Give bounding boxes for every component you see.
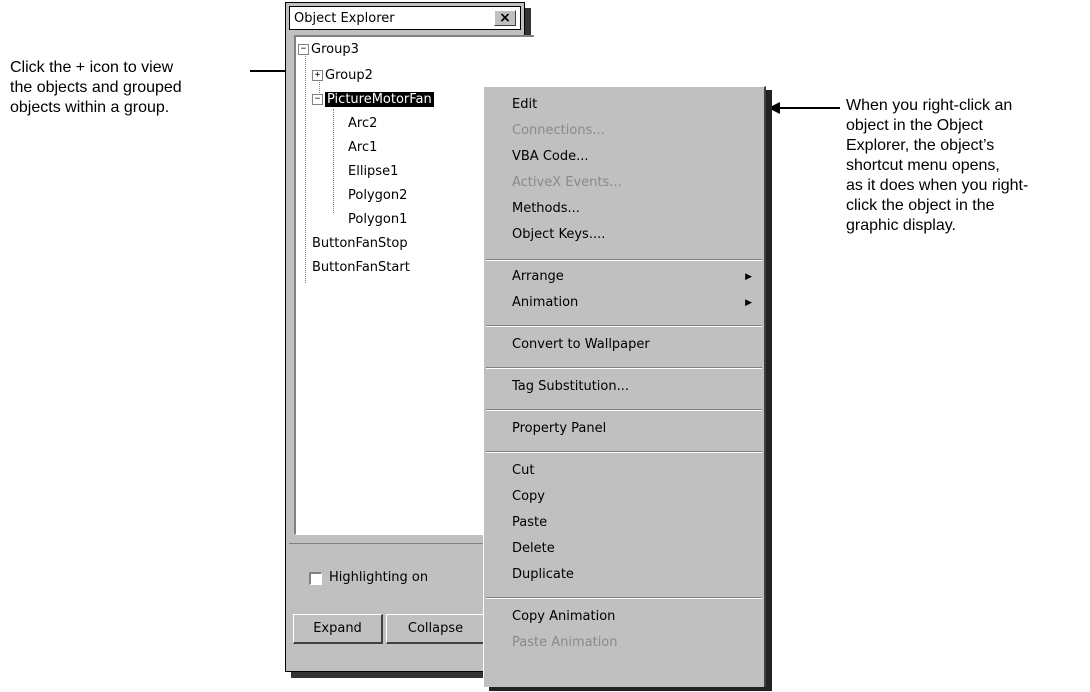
tree-item-label: PictureMotorFan [325,92,434,107]
menu-item-copy-animation[interactable]: Copy Animation [512,607,615,627]
menu-separator [486,409,762,411]
tree-connector [333,109,334,213]
callout-arrow-line [780,107,840,109]
submenu-arrow-icon: ▶ [745,272,752,282]
highlighting-label: Highlighting on [329,570,429,585]
collapse-button[interactable]: Collapse [386,614,486,644]
tree-item-label: Arc1 [348,140,378,155]
tree-item-picturemotorfan[interactable]: − PictureMotorFan [312,91,434,109]
callout-text: object in the Object [846,117,983,134]
tree-item-buttonfanstop[interactable]: ButtonFanStop [312,235,408,253]
menu-item-label: Animation [512,295,579,310]
callout-expand-hint: Click the + icon to view the objects and… [10,58,250,118]
submenu-arrow-icon: ▶ [745,298,752,308]
menu-separator [486,597,762,599]
title-bar[interactable]: Object Explorer × [289,6,521,30]
menu-item-tag-substitution[interactable]: Tag Substitution... [512,377,629,397]
expand-button[interactable]: Expand [293,614,383,644]
menu-item-cut[interactable]: Cut [512,461,534,481]
window-title: Object Explorer [294,11,395,26]
tree-item-label: Polygon1 [348,212,408,227]
tree-item-label: Ellipse1 [348,164,399,179]
tree-item-label: ButtonFanStop [312,236,408,251]
menu-item-methods[interactable]: Methods... [512,199,580,219]
tree-item-group3[interactable]: − Group3 [298,41,359,59]
collapse-icon[interactable]: − [298,44,309,55]
tree-item-label: Group2 [325,68,373,83]
expand-icon[interactable]: + [312,70,323,81]
tree-item-ellipse1[interactable]: Ellipse1 [348,163,398,181]
callout-text: shortcut menu opens, [846,157,1000,174]
callout-context-menu-hint: When you right-click an object in the Ob… [846,96,1086,236]
close-button[interactable]: × [494,10,516,26]
menu-item-paste[interactable]: Paste [512,513,547,533]
menu-item-arrange[interactable]: Arrange ▶ [512,267,752,287]
tree-item-label: Polygon2 [348,188,408,203]
callout-text: graphic display. [846,217,956,234]
tree-item-buttonfanstart[interactable]: ButtonFanStart [312,259,410,277]
menu-item-delete[interactable]: Delete [512,539,555,559]
menu-item-copy[interactable]: Copy [512,487,545,507]
tree-item-arc1[interactable]: Arc1 [348,139,377,157]
menu-separator [486,451,762,453]
highlighting-checkbox[interactable] [309,572,322,585]
menu-item-animation[interactable]: Animation ▶ [512,293,752,313]
tree-item-polygon2[interactable]: Polygon2 [348,187,407,205]
callout-arrow-head [768,102,780,114]
menu-item-activex-events: ActiveX Events... [512,175,622,190]
tree-item-arc2[interactable]: Arc2 [348,115,377,133]
menu-item-label: Arrange [512,269,564,284]
context-menu: Edit Connections... VBA Code... ActiveX … [483,86,766,687]
menu-item-vba-code[interactable]: VBA Code... [512,147,589,167]
tree-item-label: Group3 [311,42,359,57]
tree-item-label: Arc2 [348,116,378,131]
menu-separator [486,367,762,369]
callout-text: objects within a group. [10,99,170,116]
tree-item-group2[interactable]: + Group2 [312,67,373,85]
menu-separator [486,259,762,261]
tree-connector [305,53,306,283]
collapse-icon[interactable]: − [312,94,323,105]
menu-separator [486,325,762,327]
menu-item-edit[interactable]: Edit [512,95,537,115]
menu-item-object-keys[interactable]: Object Keys.... [512,225,605,245]
tree-item-polygon1[interactable]: Polygon1 [348,211,407,229]
callout-text: When you right-click an [846,97,1013,114]
callout-text: Click the + icon to view [10,59,174,76]
menu-item-paste-animation: Paste Animation [512,635,618,650]
menu-item-connections: Connections... [512,123,605,138]
menu-item-property-panel[interactable]: Property Panel [512,419,606,439]
callout-text: the objects and grouped [10,79,182,96]
callout-text: Explorer, the object’s [846,137,995,154]
callout-text: as it does when you right- [846,177,1029,194]
callout-text: click the object in the [846,197,995,214]
menu-item-duplicate[interactable]: Duplicate [512,565,574,585]
tree-item-label: ButtonFanStart [312,260,410,275]
menu-item-convert-wallpaper[interactable]: Convert to Wallpaper [512,335,650,355]
